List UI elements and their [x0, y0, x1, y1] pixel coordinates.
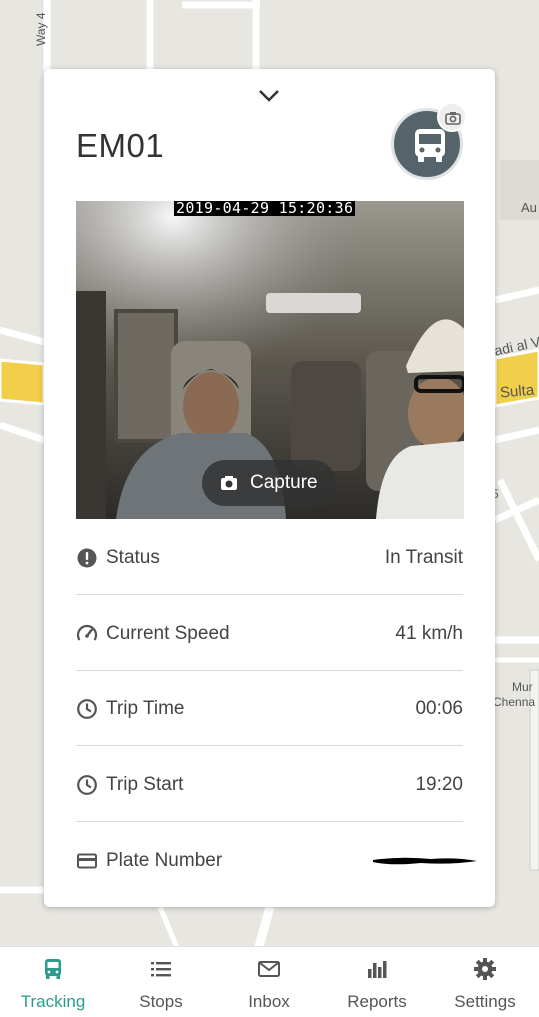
status-row: Status In Transit	[76, 519, 463, 595]
nav-stops[interactable]: Stops	[116, 947, 206, 1017]
trip-time-row: Trip Time 00:06	[76, 670, 463, 746]
bar-chart-icon	[368, 961, 387, 978]
trip-start-value: 19:20	[415, 774, 463, 795]
trip-start-label: Trip Start	[106, 774, 184, 795]
map-label-chenna: Chenna	[493, 695, 536, 709]
nav-reports-label: Reports	[347, 992, 407, 1011]
nav-settings[interactable]: Settings	[440, 947, 530, 1017]
clock-icon	[77, 775, 97, 795]
clock-icon	[77, 699, 97, 719]
map-label-sulta: Sulta	[499, 381, 535, 402]
exclamation-circle-icon	[77, 548, 97, 568]
plate-label: Plate Number	[106, 850, 223, 871]
nav-settings-label: Settings	[454, 992, 516, 1011]
nav-tracking[interactable]: Tracking	[8, 947, 98, 1017]
capture-button[interactable]: Capture	[202, 460, 336, 506]
capture-label: Capture	[250, 472, 318, 493]
vehicle-title: EM01	[76, 127, 165, 164]
camera-icon	[221, 476, 237, 490]
vehicle-detail-card: EM01 2019-04-29 15:20:36 Capture Status …	[44, 69, 495, 907]
bottom-navigation: Tracking Stops Inbox Reports Settings	[0, 946, 539, 1017]
speed-value: 41 km/h	[395, 623, 463, 644]
nav-inbox-label: Inbox	[248, 992, 290, 1011]
speed-row: Current Speed 41 km/h	[76, 595, 463, 671]
speed-label: Current Speed	[106, 623, 230, 644]
trip-time-value: 00:06	[415, 698, 463, 719]
nav-stops-label: Stops	[139, 992, 183, 1011]
snapshot-timestamp: 2019-04-29 15:20:36	[174, 201, 356, 217]
trip-time-label: Trip Time	[106, 698, 185, 719]
map-label-au: Au	[521, 200, 537, 215]
map-label-mur: Mur	[512, 680, 533, 694]
trip-start-row: Trip Start 19:20	[76, 746, 463, 822]
bus-icon	[45, 959, 61, 979]
nav-tracking-label: Tracking	[20, 992, 86, 1011]
plate-value-redacted	[373, 857, 477, 865]
speedometer-icon	[76, 624, 98, 641]
bus-icon	[415, 129, 445, 162]
chevron-down-icon[interactable]	[257, 87, 281, 105]
status-label: Status	[106, 547, 160, 568]
list-icon	[151, 962, 171, 977]
credit-card-icon	[77, 853, 97, 869]
gear-icon	[474, 958, 496, 980]
camera-snapshot: 2019-04-29 15:20:36 Capture	[76, 201, 464, 519]
nav-inbox[interactable]: Inbox	[224, 947, 314, 1017]
camera-badge-icon[interactable]	[437, 102, 467, 132]
mail-icon	[258, 961, 280, 977]
nav-reports[interactable]: Reports	[332, 947, 422, 1017]
plate-row: Plate Number	[76, 822, 477, 898]
map-label-way: Way 4	[34, 12, 48, 46]
status-value: In Transit	[384, 547, 463, 568]
